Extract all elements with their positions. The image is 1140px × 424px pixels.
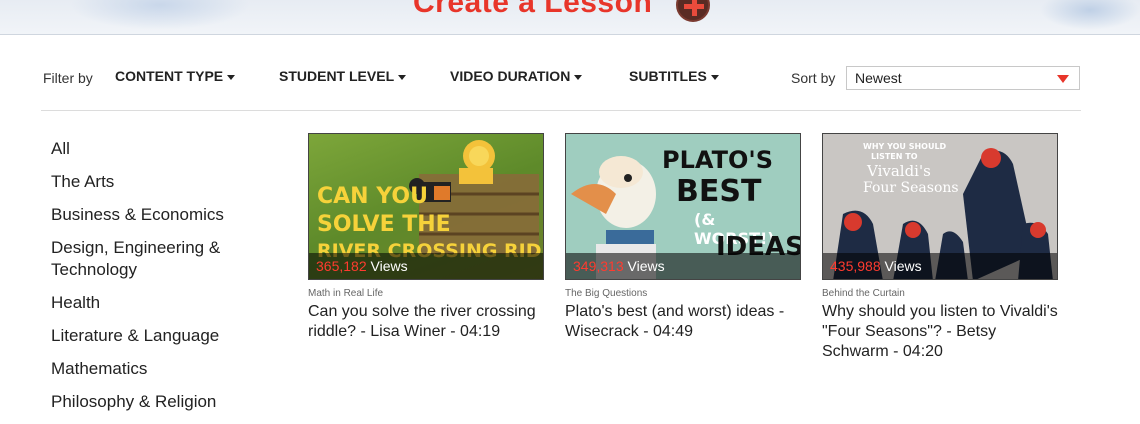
dropdown-label: SUBTITLES <box>629 68 707 84</box>
lesson-title[interactable]: Why should you listen to Vivaldi's "Four… <box>822 302 1058 362</box>
dropdown-label: CONTENT TYPE <box>115 68 224 84</box>
video-duration-dropdown[interactable]: VIDEO DURATION <box>450 68 583 84</box>
banner-decoration <box>1040 0 1140 30</box>
thumbnail-caption: PLATO'S <box>662 146 773 174</box>
view-count: 349,313 Views <box>573 258 665 274</box>
lesson-card[interactable]: CAN YOU SOLVE THE RIVER CROSSING RIDDLE?… <box>308 133 544 342</box>
thumbnail-caption: SOLVE THE <box>317 212 451 237</box>
create-lesson-title[interactable]: Create a Lesson <box>413 0 652 20</box>
filter-label: Filter by <box>43 70 93 86</box>
lesson-category[interactable]: Behind the Curtain <box>822 288 1058 299</box>
subtitles-dropdown[interactable]: SUBTITLES <box>629 68 719 84</box>
sort-value: Newest <box>855 70 902 86</box>
caret-down-icon <box>574 74 583 80</box>
view-count: 365,182 Views <box>316 258 408 274</box>
student-level-dropdown[interactable]: STUDENT LEVEL <box>279 68 407 84</box>
video-thumbnail[interactable]: PLATO'S BEST (& WORST!) IDEAS 349,313 Vi… <box>565 133 801 280</box>
category-sidebar: All The Arts Business & Economics Design… <box>51 138 251 424</box>
thumbnail-caption: BEST <box>676 174 762 209</box>
plus-icon[interactable] <box>676 0 710 22</box>
video-thumbnail[interactable]: CAN YOU SOLVE THE RIVER CROSSING RIDDLE?… <box>308 133 544 280</box>
sidebar-item-the-arts[interactable]: The Arts <box>51 171 251 193</box>
lesson-title[interactable]: Plato's best (and worst) ideas - Wisecra… <box>565 302 801 342</box>
content-type-dropdown[interactable]: CONTENT TYPE <box>115 68 236 84</box>
views-bar: 365,182 Views <box>309 253 543 279</box>
chevron-down-icon <box>1057 75 1069 83</box>
divider <box>41 110 1081 111</box>
sidebar-item-all[interactable]: All <box>51 138 251 160</box>
thumbnail-caption: Vivaldi's <box>867 162 931 180</box>
lesson-card[interactable]: WHY YOU SHOULD LISTEN TO Vivaldi's Four … <box>822 133 1058 362</box>
thumbnail-caption: WHY YOU SHOULD <box>863 142 947 151</box>
lesson-category[interactable]: The Big Questions <box>565 288 801 299</box>
lesson-card[interactable]: PLATO'S BEST (& WORST!) IDEAS 349,313 Vi… <box>565 133 801 342</box>
filter-bar: Filter by CONTENT TYPE STUDENT LEVEL VID… <box>0 62 1140 94</box>
sidebar-item-literature-language[interactable]: Literature & Language <box>51 325 251 347</box>
thumbnail-caption: LISTEN TO <box>871 152 918 161</box>
views-bar: 435,988 Views <box>823 253 1057 279</box>
sort-select[interactable]: Newest <box>846 66 1080 90</box>
lesson-title[interactable]: Can you solve the river crossing riddle?… <box>308 302 544 342</box>
video-thumbnail[interactable]: WHY YOU SHOULD LISTEN TO Vivaldi's Four … <box>822 133 1058 280</box>
thumbnail-caption: CAN YOU <box>317 184 428 209</box>
sort-label: Sort by <box>791 70 836 86</box>
caret-down-icon <box>227 74 236 80</box>
sidebar-item-design-engineering-technology[interactable]: Design, Engineering & Technology <box>51 237 241 281</box>
sidebar-item-mathematics[interactable]: Mathematics <box>51 358 251 380</box>
top-banner: Create a Lesson <box>0 0 1140 35</box>
caret-down-icon <box>710 74 719 80</box>
banner-decoration <box>70 0 250 30</box>
lesson-category[interactable]: Math in Real Life <box>308 288 544 299</box>
sidebar-item-health[interactable]: Health <box>51 292 251 314</box>
dropdown-label: STUDENT LEVEL <box>279 68 395 84</box>
views-bar: 349,313 Views <box>566 253 800 279</box>
view-count: 435,988 Views <box>830 258 922 274</box>
caret-down-icon <box>398 74 407 80</box>
sidebar-item-business-economics[interactable]: Business & Economics <box>51 204 251 226</box>
thumbnail-caption: Four Seasons <box>863 180 959 196</box>
dropdown-label: VIDEO DURATION <box>450 68 571 84</box>
